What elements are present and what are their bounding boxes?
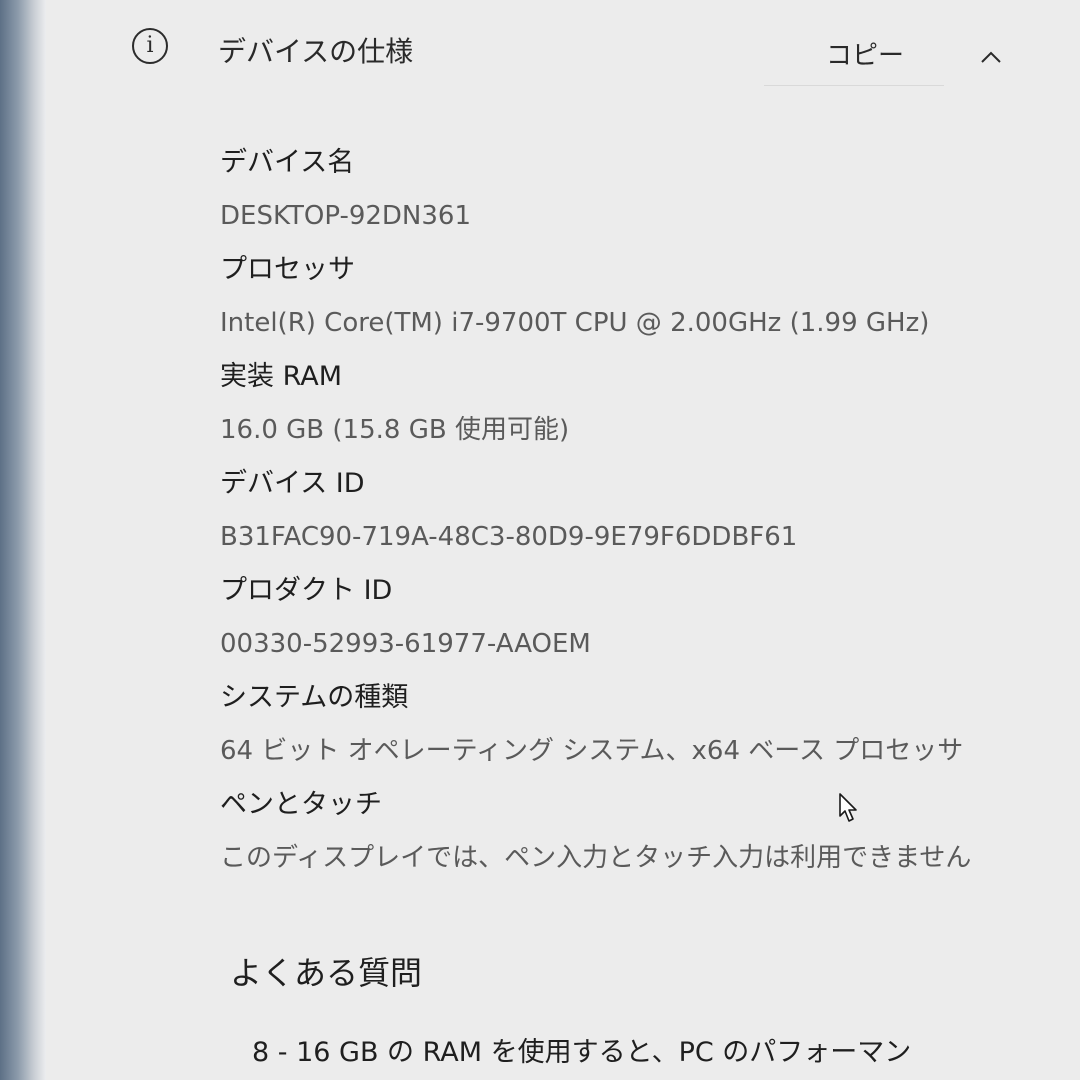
spec-device-name: デバイス名 DESKTOP-92DN361 [220, 136, 1050, 243]
spec-value: Intel(R) Core(TM) i7-9700T CPU @ 2.00GHz… [220, 308, 930, 338]
spec-value: このディスプレイでは、ペン入力とタッチ入力は利用できません [220, 843, 972, 873]
spec-label: プロダクト ID [220, 575, 393, 606]
mouse-cursor-icon [839, 793, 857, 822]
spec-pen-touch: ペンとタッチ このディスプレイでは、ペン入力とタッチ入力は利用できません [220, 778, 1050, 885]
chevron-up-icon[interactable] [980, 46, 1002, 68]
spec-label: ペンとタッチ [220, 789, 382, 820]
settings-window: i デバイスの仕様 コピー デバイス名 DESKTOP-92DN361 プロセッ… [0, 0, 1080, 1080]
spec-value: 16.0 GB (15.8 GB 使用可能) [220, 415, 570, 445]
spec-value: DESKTOP-92DN361 [220, 201, 471, 231]
info-icon: i [132, 28, 168, 64]
spec-list: デバイス名 DESKTOP-92DN361 プロセッサ Intel(R) Cor… [220, 136, 1050, 885]
about-panel: i デバイスの仕様 コピー デバイス名 DESKTOP-92DN361 プロセッ… [46, 0, 1080, 1080]
faq-heading: よくある質問 [230, 954, 423, 992]
section-title: デバイスの仕様 [218, 35, 414, 68]
spec-label: システムの種類 [220, 682, 409, 713]
faq-question-link[interactable]: 8 - 16 GB の RAM を使用すると、PC のパフォーマン [252, 1030, 911, 1069]
spec-value: B31FAC90-719A-48C3-80D9-9E79F6DDBF61 [220, 522, 798, 552]
spec-label: デバイス ID [220, 468, 365, 499]
spec-value: 00330-52993-61977-AAOEM [220, 629, 591, 659]
spec-label: デバイス名 [220, 147, 355, 178]
spec-label: プロセッサ [220, 254, 355, 285]
spec-system-type: システムの種類 64 ビット オペレーティング システム、x64 ベース プロセ… [220, 671, 1050, 778]
spec-ram: 実装 RAM 16.0 GB (15.8 GB 使用可能) [220, 350, 1050, 457]
spec-device-id: デバイス ID B31FAC90-719A-48C3-80D9-9E79F6DD… [220, 457, 1050, 564]
spec-processor: プロセッサ Intel(R) Core(TM) i7-9700T CPU @ 2… [220, 243, 1050, 350]
copy-button[interactable]: コピー [764, 30, 944, 86]
spec-label: 実装 RAM [220, 361, 343, 392]
device-specs-header[interactable]: i デバイスの仕様 コピー [46, 0, 1080, 100]
spec-product-id: プロダクト ID 00330-52993-61977-AAOEM [220, 564, 1050, 671]
spec-value: 64 ビット オペレーティング システム、x64 ベース プロセッサ [220, 736, 964, 766]
